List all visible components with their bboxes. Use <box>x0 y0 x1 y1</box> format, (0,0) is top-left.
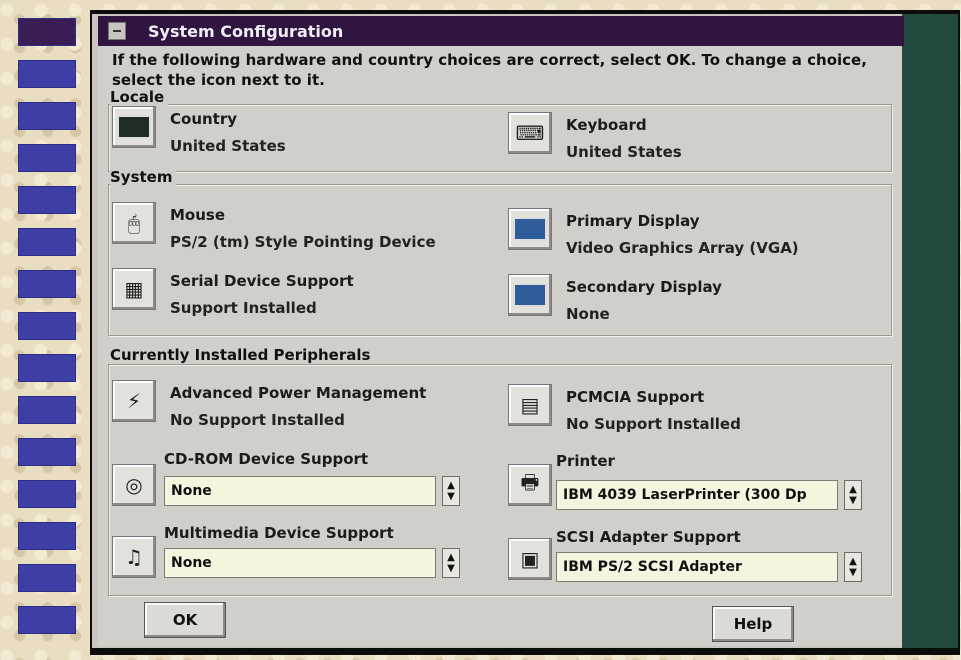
keyboard-icon[interactable]: ⌨ <box>508 112 552 154</box>
desktop-tile <box>18 396 76 424</box>
scsi-adapter-icon[interactable]: ▣ <box>508 538 552 580</box>
desktop-tile <box>18 228 76 256</box>
serial-device-label: Serial Device Support <box>170 272 354 290</box>
desktop-tile-strip <box>18 18 78 658</box>
cd-rom-icon[interactable]: ◎ <box>112 464 156 506</box>
pcmcia-value: No Support Installed <box>566 415 741 433</box>
dialog-content: If the following hardware and country ch… <box>98 46 902 646</box>
scsi-spin-button[interactable]: ▲ ▼ <box>844 552 862 582</box>
monitor-icon[interactable] <box>508 208 552 250</box>
printer-label: Printer <box>556 452 615 470</box>
keyboard-item[interactable]: ⌨ Keyboard United States <box>508 112 682 166</box>
pcmcia-label: PCMCIA Support <box>566 388 705 406</box>
country-value: United States <box>170 137 286 155</box>
scsi-label: SCSI Adapter Support <box>556 528 741 546</box>
scsi-combo[interactable]: IBM PS/2 SCSI Adapter ▲ ▼ <box>556 552 862 582</box>
apm-value: No Support Installed <box>170 411 345 429</box>
desktop-tile <box>18 18 76 46</box>
desktop-tile <box>18 438 76 466</box>
apm-label: Advanced Power Management <box>170 384 427 402</box>
cdrom-label: CD-ROM Device Support <box>164 450 369 468</box>
monitor-icon[interactable] <box>508 274 552 316</box>
desktop-tile <box>18 102 76 130</box>
locale-group-label: Locale <box>110 88 169 106</box>
window-title: System Configuration <box>148 21 344 41</box>
printer-combo[interactable]: IBM 4039 LaserPrinter (300 Dp ▲ ▼ <box>556 480 862 510</box>
serial-device-value: Support Installed <box>170 299 317 317</box>
title-bar[interactable]: System Configuration <box>98 16 904 46</box>
pcmcia-icon[interactable]: ▤ <box>508 384 552 426</box>
ok-button[interactable]: OK <box>144 602 226 638</box>
printer-select[interactable]: IBM 4039 LaserPrinter (300 Dp <box>556 480 838 510</box>
multimedia-item[interactable]: ♫ <box>112 536 170 578</box>
desktop-tile <box>18 606 76 634</box>
multimedia-select[interactable]: None <box>164 548 436 578</box>
secondary-display-item[interactable]: Secondary Display None <box>508 274 722 328</box>
mouse-label: Mouse <box>170 206 226 224</box>
mouse-item[interactable]: 🖱 Mouse PS/2 (tm) Style Pointing Device <box>112 202 436 256</box>
scsi-select[interactable]: IBM PS/2 SCSI Adapter <box>556 552 838 582</box>
keyboard-label: Keyboard <box>566 116 647 134</box>
country-item[interactable]: Country United States <box>112 106 286 160</box>
cdrom-item[interactable]: ◎ <box>112 464 170 506</box>
keyboard-value: United States <box>566 143 682 161</box>
primary-display-value: Video Graphics Array (VGA) <box>566 239 799 257</box>
desktop-tile <box>18 270 76 298</box>
desktop-tile <box>18 312 76 340</box>
country-icon[interactable] <box>112 106 156 148</box>
multimedia-icon[interactable]: ♫ <box>112 536 156 578</box>
desktop-tile <box>18 480 76 508</box>
mouse-icon[interactable]: 🖱 <box>112 202 156 244</box>
system-menu-icon[interactable] <box>108 22 126 40</box>
intro-text: If the following hardware and country ch… <box>112 51 867 89</box>
help-button[interactable]: Help <box>712 606 794 642</box>
cdrom-select[interactable]: None <box>164 476 436 506</box>
peripherals-group-label: Currently Installed Peripherals <box>110 346 375 364</box>
cdrom-combo[interactable]: None ▲ ▼ <box>164 476 460 506</box>
primary-display-label: Primary Display <box>566 212 700 230</box>
pcmcia-item[interactable]: ▤ PCMCIA Support No Support Installed <box>508 384 741 438</box>
multimedia-label: Multimedia Device Support <box>164 524 394 542</box>
multimedia-combo[interactable]: None ▲ ▼ <box>164 548 460 578</box>
serial-port-icon[interactable]: ▦ <box>112 268 156 310</box>
mouse-value: PS/2 (tm) Style Pointing Device <box>170 233 436 251</box>
multimedia-spin-button[interactable]: ▲ ▼ <box>442 548 460 578</box>
power-management-icon[interactable]: ⚡ <box>112 380 156 422</box>
system-group-label: System <box>110 168 177 186</box>
apm-item[interactable]: ⚡ Advanced Power Management No Support I… <box>112 380 426 434</box>
desktop-tile <box>18 564 76 592</box>
secondary-display-value: None <box>566 305 610 323</box>
serial-device-item[interactable]: ▦ Serial Device Support Support Installe… <box>112 268 354 322</box>
secondary-display-label: Secondary Display <box>566 278 722 296</box>
desktop-tile <box>18 144 76 172</box>
desktop-tile <box>18 186 76 214</box>
primary-display-item[interactable]: Primary Display Video Graphics Array (VG… <box>508 208 799 262</box>
cdrom-spin-button[interactable]: ▲ ▼ <box>442 476 460 506</box>
background-window-edge <box>902 14 958 648</box>
desktop-tile <box>18 522 76 550</box>
printer-spin-button[interactable]: ▲ ▼ <box>844 480 862 510</box>
printer-icon[interactable]: 🖶 <box>508 464 552 506</box>
country-label: Country <box>170 110 238 128</box>
desktop-tile <box>18 354 76 382</box>
desktop-tile <box>18 60 76 88</box>
